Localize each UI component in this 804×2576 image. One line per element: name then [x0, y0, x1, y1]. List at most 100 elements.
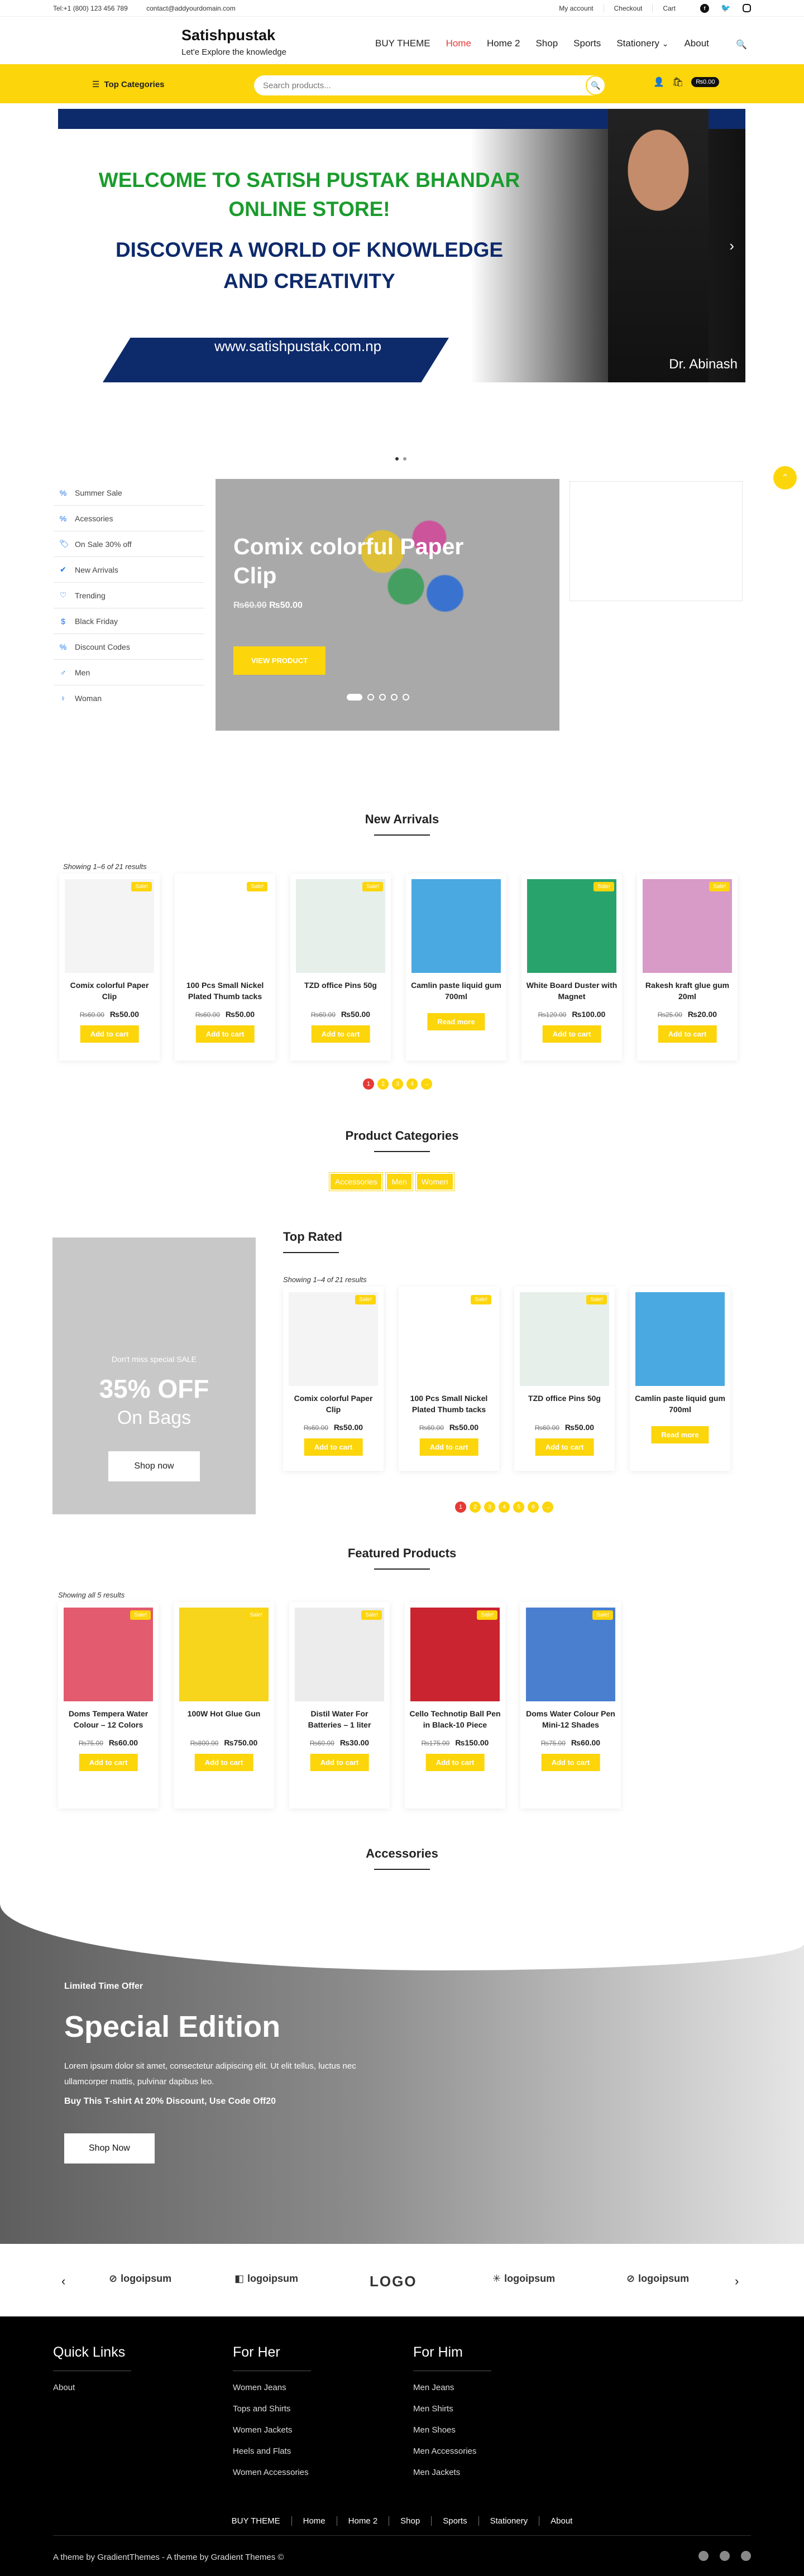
add-to-cart-button[interactable]: Add to cart [535, 1438, 594, 1456]
product-name[interactable]: Comix colorful Paper Clip [64, 980, 155, 1002]
brand-logo[interactable]: ◧ logoipsum [234, 2273, 298, 2285]
product-name[interactable]: 100W Hot Glue Gun [178, 1708, 270, 1719]
read-more-button[interactable]: Read more [651, 1426, 709, 1443]
brand-logo[interactable]: ✳ logoipsum [492, 2273, 555, 2285]
footer-link[interactable]: Men Jeans [413, 2383, 491, 2392]
page-button[interactable]: 1 [455, 1502, 466, 1513]
my-account-link[interactable]: My account [549, 4, 604, 12]
read-more-button[interactable]: Read more [427, 1013, 485, 1030]
add-to-cart-button[interactable]: Add to cart [658, 1025, 717, 1043]
product-card[interactable]: Sale! Cello Technotip Ball Pen in Black-1… [405, 1602, 505, 1809]
slider-dot[interactable] [403, 694, 409, 701]
product-name[interactable]: Doms Water Colour Pen Mini-12 Shades [525, 1708, 616, 1730]
footer-link[interactable]: Men Accessories [413, 2447, 491, 2456]
product-image[interactable] [65, 879, 154, 973]
category-item[interactable]: $ Black Friday [54, 608, 204, 634]
product-image[interactable] [643, 879, 732, 973]
product-card[interactable]: Sale! Comix colorful Paper Clip ₨60.00 ₨50.… [59, 874, 160, 1061]
product-card[interactable]: Sale! TZD office Pins 50g ₨60.00 ₨50.00 Add … [290, 874, 391, 1061]
view-product-button[interactable]: VIEW PRODUCT [233, 646, 326, 675]
product-card[interactable]: Sale! 100W Hot Glue Gun ₨800.00 ₨750.00 Add … [174, 1602, 274, 1809]
add-to-cart-button[interactable]: Add to cart [425, 1754, 485, 1771]
product-image[interactable] [64, 1608, 153, 1701]
slider-dot[interactable] [391, 694, 398, 701]
footer-nav-item[interactable]: Stationery [479, 2516, 540, 2526]
search-input[interactable]: Search products... 🔍 [254, 75, 606, 95]
product-image[interactable] [289, 1292, 378, 1386]
product-image[interactable] [295, 1608, 384, 1701]
product-image[interactable] [527, 879, 616, 973]
prev-arrow-icon[interactable]: ‹ [61, 2274, 65, 2289]
product-card[interactable]: Camlin paste liquid gum 700ml Read more [630, 1287, 730, 1471]
next-arrow-icon[interactable]: › [735, 2274, 739, 2289]
page-button[interactable]: 1 [363, 1078, 374, 1090]
slider-dot[interactable] [347, 694, 362, 701]
nav-home-2[interactable]: Home 2 [487, 38, 520, 49]
nav-stationery[interactable]: Stationery ⌄ [616, 38, 668, 49]
footer-link[interactable]: Women Jackets [233, 2425, 311, 2435]
cart-link[interactable]: Cart [653, 4, 686, 12]
footer-link[interactable]: Women Accessories [233, 2468, 311, 2477]
product-card[interactable]: Sale! 100 Pcs Small Nickel Plated Thumb t… [175, 874, 275, 1061]
category-item[interactable]: ♡ Trending [54, 583, 204, 608]
add-to-cart-button[interactable]: Add to cart [542, 1025, 601, 1043]
footer-nav-item[interactable]: Home 2 [337, 2516, 390, 2526]
page-button[interactable]: → [421, 1078, 432, 1090]
page-button[interactable]: 5 [513, 1502, 524, 1513]
shop-now-button[interactable]: Shop now [108, 1451, 200, 1481]
product-name[interactable]: Camlin paste liquid gum 700ml [634, 1393, 726, 1415]
add-to-cart-button[interactable]: Add to cart [541, 1754, 600, 1771]
product-name[interactable]: 100 Pcs Small Nickel Plated Thumb tacks [179, 980, 271, 1002]
footer-link[interactable]: Heels and Flats [233, 2447, 311, 2456]
add-to-cart-button[interactable]: Add to cart [304, 1438, 363, 1456]
product-image[interactable] [180, 879, 270, 973]
category-item[interactable]: ♂ Men [54, 660, 204, 685]
footer-nav-item[interactable]: About [539, 2516, 583, 2526]
footer-link[interactable]: Tops and Shirts [233, 2404, 311, 2414]
product-name[interactable]: TZD office Pins 50g [519, 1393, 610, 1404]
add-to-cart-button[interactable]: Add to cart [79, 1754, 138, 1771]
product-image[interactable] [404, 1292, 494, 1386]
product-image[interactable] [411, 879, 501, 973]
product-name[interactable]: Cello Technotip Ball Pen in Black-10 Pie… [409, 1708, 501, 1730]
footer-nav-item[interactable]: Home [292, 2516, 337, 2526]
product-image[interactable] [520, 1292, 609, 1386]
add-to-cart-button[interactable]: Add to cart [194, 1754, 253, 1771]
user-icon[interactable]: 👤 [653, 76, 664, 88]
brand-logo[interactable]: ⊘ logoipsum [626, 2273, 689, 2285]
footer-nav-item[interactable]: BUY THEME [221, 2516, 292, 2526]
nav-about[interactable]: About [684, 38, 709, 49]
product-card[interactable]: Camlin paste liquid gum 700ml Read more [406, 874, 506, 1061]
product-card[interactable]: Sale! Comix colorful Paper Clip ₨60.00 ₨50.… [283, 1287, 384, 1471]
product-image[interactable] [526, 1608, 615, 1701]
category-item[interactable]: ♀ Woman [54, 685, 204, 711]
category-item[interactable]: % Acessories [54, 506, 204, 531]
hero-dot[interactable] [403, 457, 406, 460]
nav-home[interactable]: Home [446, 38, 471, 49]
product-name[interactable]: 100 Pcs Small Nickel Plated Thumb tacks [403, 1393, 495, 1415]
page-button[interactable]: → [542, 1502, 553, 1513]
product-name[interactable]: TZD office Pins 50g [295, 980, 386, 991]
product-image[interactable] [296, 879, 385, 973]
instagram-icon[interactable] [743, 3, 751, 12]
tag-accessories[interactable]: Accessories [328, 1172, 384, 1191]
product-card[interactable]: Sale! Doms Water Colour Pen Mini-12 Shade… [520, 1602, 621, 1809]
hero-dot[interactable] [395, 457, 399, 460]
hero-banner[interactable]: WELCOME TO SATISH PUSTAK BHANDAR ONLINE S… [58, 109, 745, 382]
instagram-icon[interactable] [741, 2551, 751, 2561]
add-to-cart-button[interactable]: Add to cart [419, 1438, 478, 1456]
product-image[interactable] [635, 1292, 725, 1386]
product-name[interactable]: White Board Duster with Magnet [526, 980, 618, 1002]
nav-buy-theme[interactable]: BUY THEME [375, 38, 430, 49]
facebook-icon[interactable] [698, 2551, 709, 2561]
page-button[interactable]: 3 [484, 1502, 495, 1513]
search-icon[interactable]: 🔍 [736, 39, 747, 50]
category-item[interactable]: 🏷 On Sale 30% off [54, 531, 204, 557]
slider-dot[interactable] [367, 694, 374, 701]
page-button[interactable]: 2 [470, 1502, 481, 1513]
add-to-cart-button[interactable]: Add to cart [195, 1025, 255, 1043]
product-card[interactable]: Sale! 100 Pcs Small Nickel Plated Thumb t… [399, 1287, 499, 1471]
footer-link[interactable]: Men Shoes [413, 2425, 491, 2435]
facebook-icon[interactable]: f [700, 3, 709, 13]
page-button[interactable]: 2 [377, 1078, 389, 1090]
